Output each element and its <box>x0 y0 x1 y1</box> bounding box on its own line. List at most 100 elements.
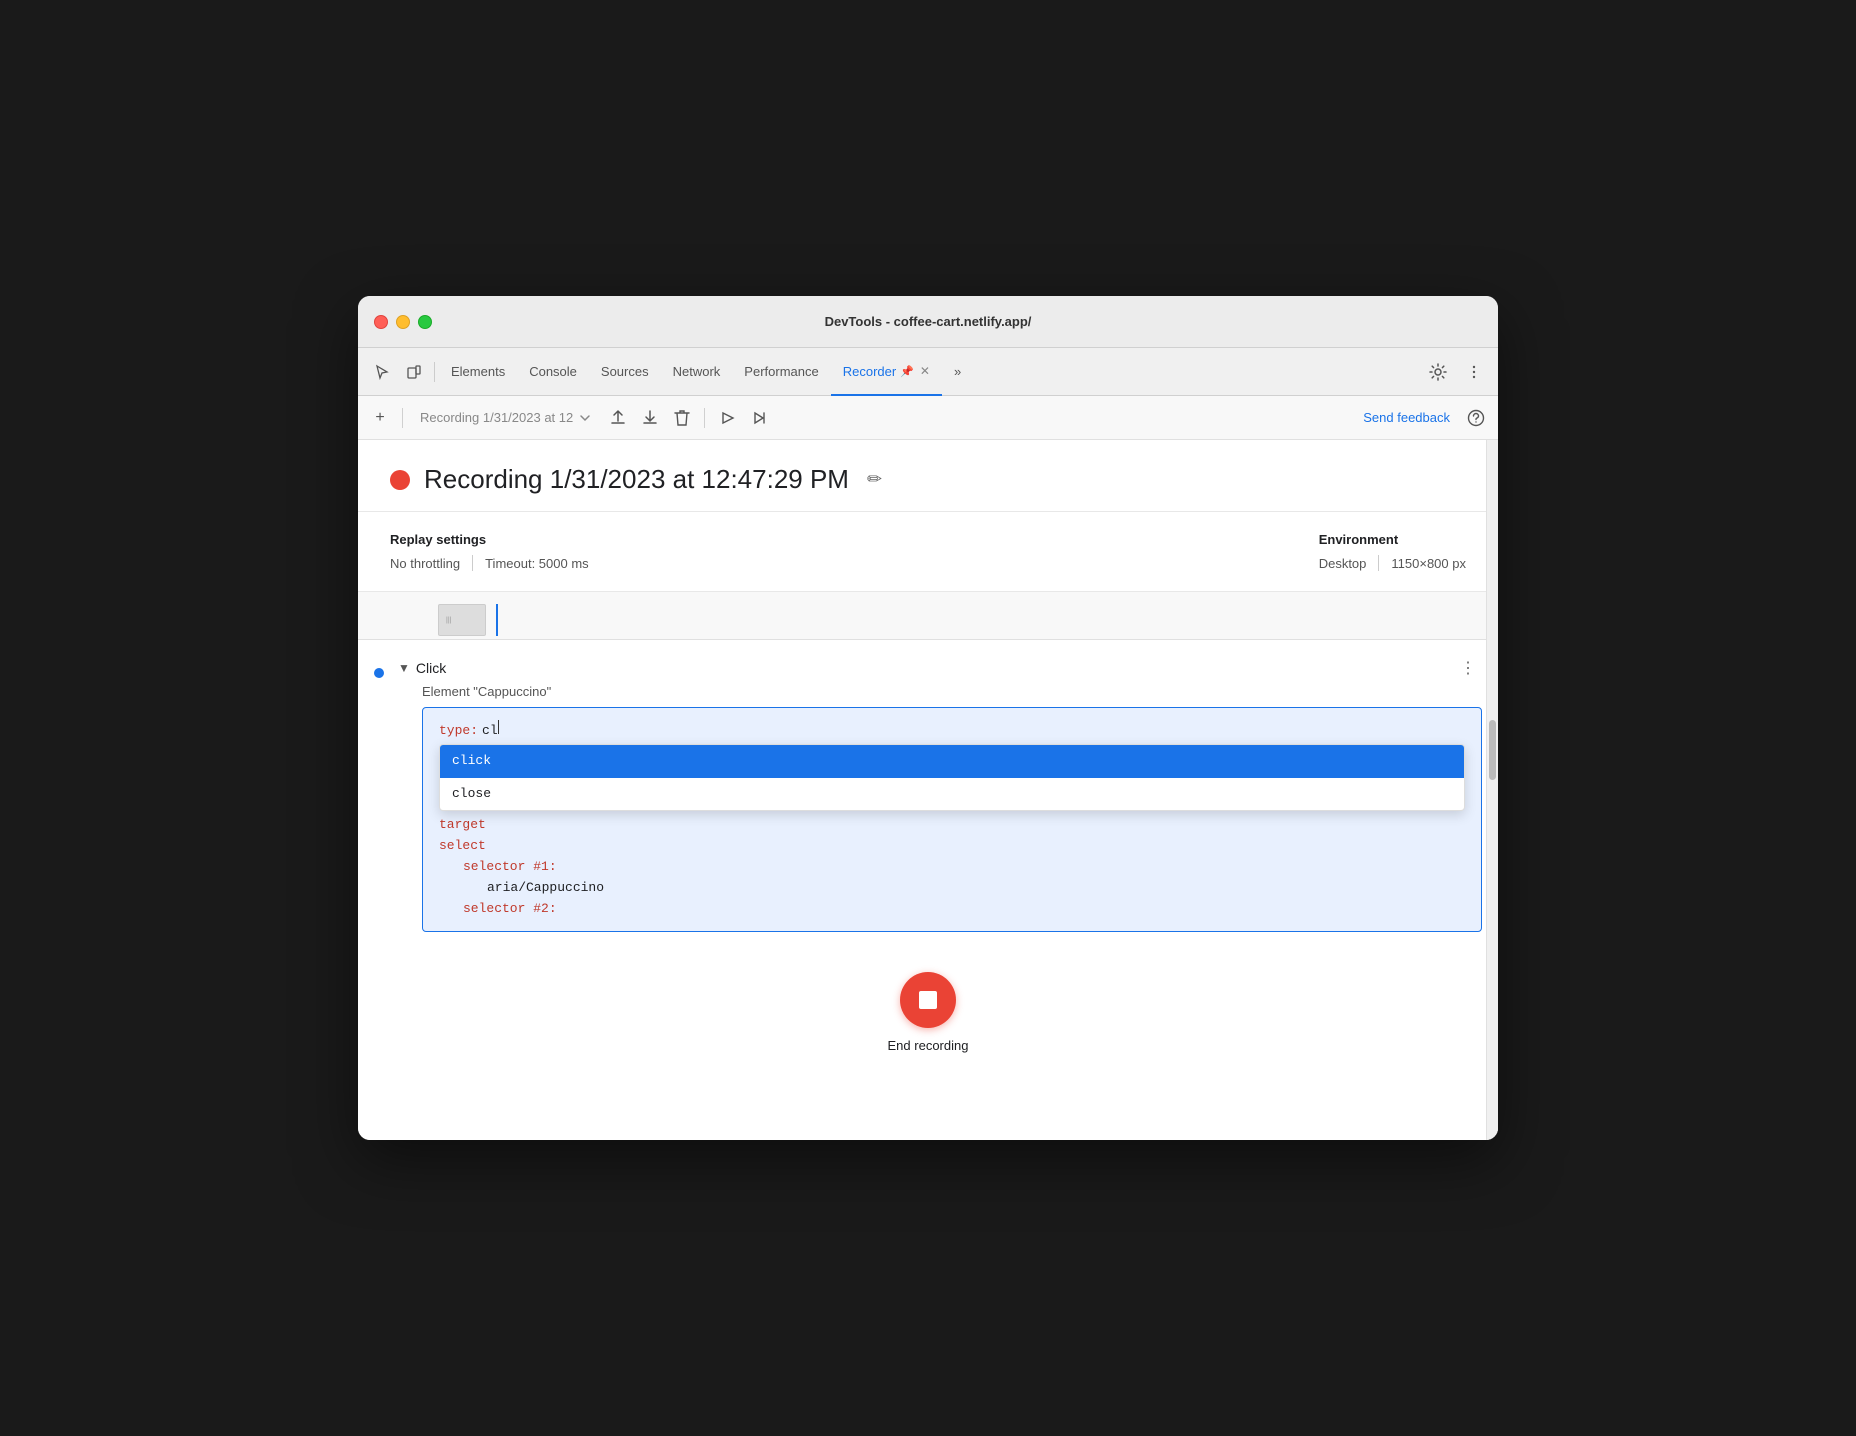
import-button[interactable] <box>636 404 664 432</box>
autocomplete-dropdown: click close <box>439 744 1465 812</box>
code-line-select: select <box>439 836 1465 857</box>
end-recording-area: End recording <box>358 948 1498 1069</box>
code-line-target: target <box>439 815 1465 836</box>
tab-sources[interactable]: Sources <box>589 348 661 396</box>
env-settings-divider <box>1378 555 1379 571</box>
traffic-lights <box>374 315 432 329</box>
code-line-selector1: selector #1: <box>439 857 1465 878</box>
end-recording-label: End recording <box>888 1038 969 1053</box>
edit-title-button[interactable]: ✏ <box>867 469 882 490</box>
env-type-value: Desktop <box>1319 556 1367 571</box>
recording-header: Recording 1/31/2023 at 12:47:29 PM ✏ <box>358 440 1498 512</box>
step-expand-button[interactable]: ▼ <box>398 661 410 675</box>
export-button[interactable] <box>604 404 632 432</box>
env-size-value: 1150×800 px <box>1391 556 1466 571</box>
timeout-value: Timeout: 5000 ms <box>485 556 589 571</box>
help-icon <box>1467 409 1485 427</box>
stop-icon <box>919 991 937 1009</box>
devtools-body: Recording 1/31/2023 at 12:47:29 PM ✏ Rep… <box>358 440 1498 1140</box>
recording-title: Recording 1/31/2023 at 12:47:29 PM <box>424 464 849 495</box>
recorder-pin-icon: 📌 <box>900 365 914 378</box>
toolbar-divider-1 <box>402 408 403 428</box>
devtools-right-icons <box>1422 356 1490 388</box>
select-key: select <box>439 836 486 857</box>
screenshot-strip: ||| <box>358 592 1498 640</box>
replay-settings-section: Replay settings No throttling Timeout: 5… <box>358 512 1498 592</box>
settings-button[interactable] <box>1422 356 1454 388</box>
tab-performance[interactable]: Performance <box>732 348 830 396</box>
type-value: cl <box>482 721 498 742</box>
step-content: ▼ Click ⋮ Element "Cappuccino" type: cl <box>398 656 1482 932</box>
selector-value: aria/Cappuccino <box>487 878 604 899</box>
selector2-key: selector #2: <box>463 899 557 920</box>
scrollbar-thumb[interactable] <box>1489 720 1496 780</box>
end-recording-button[interactable] <box>900 972 956 1028</box>
autocomplete-container: click close <box>439 744 1465 812</box>
close-button[interactable] <box>374 315 388 329</box>
timeline-indicator <box>496 604 498 636</box>
window-title: DevTools - coffee-cart.netlify.app/ <box>825 314 1032 329</box>
environment-group: Environment Desktop 1150×800 px <box>1319 532 1466 571</box>
autocomplete-item-close[interactable]: close <box>440 778 1464 811</box>
device-toggle-button[interactable] <box>398 356 430 388</box>
delete-button[interactable] <box>668 404 696 432</box>
settings-divider <box>472 555 473 571</box>
text-cursor <box>498 720 499 734</box>
minimize-button[interactable] <box>396 315 410 329</box>
export-icon <box>609 409 627 427</box>
tab-elements[interactable]: Elements <box>439 348 517 396</box>
recorder-toolbar: + Recording 1/31/2023 at 12 <box>358 396 1498 440</box>
step-icon <box>750 409 768 427</box>
code-line-selector2: selector #2: <box>439 899 1465 920</box>
send-feedback-button[interactable]: Send feedback <box>1355 406 1458 429</box>
titlebar: DevTools - coffee-cart.netlify.app/ <box>358 296 1498 348</box>
recording-indicator <box>390 470 410 490</box>
throttling-value: No throttling <box>390 556 460 571</box>
cursor-tool-button[interactable] <box>366 356 398 388</box>
toolbar-divider-2 <box>704 408 705 428</box>
step-bullet <box>374 668 384 678</box>
devtools-tabs-bar: Elements Console Sources Network Perform… <box>358 348 1498 396</box>
screenshot-thumb-1: ||| <box>438 604 486 636</box>
type-key: type: <box>439 721 478 742</box>
steps-area: ▼ Click ⋮ Element "Cappuccino" type: cl <box>358 640 1498 948</box>
svg-text:|||: ||| <box>446 617 452 624</box>
step-more-button[interactable]: ⋮ <box>1454 656 1482 680</box>
tab-close-button[interactable]: ✕ <box>920 364 930 378</box>
code-editor[interactable]: type: cl click <box>422 707 1482 932</box>
replay-button[interactable] <box>713 404 741 432</box>
code-line-selector-value: aria/Cappuccino <box>439 878 1465 899</box>
environment-label: Environment <box>1319 532 1466 547</box>
tab-network[interactable]: Network <box>661 348 733 396</box>
step-element: Element "Cappuccino" <box>422 684 1482 699</box>
selector-key: selector #1: <box>463 857 557 878</box>
tab-divider-1 <box>434 362 435 382</box>
chevron-down-icon <box>579 412 591 424</box>
help-button[interactable] <box>1462 404 1490 432</box>
tab-console[interactable]: Console <box>517 348 589 396</box>
recording-selector[interactable]: Recording 1/31/2023 at 12 <box>411 405 600 430</box>
environment-values: Desktop 1150×800 px <box>1319 555 1466 571</box>
step-header: ▼ Click ⋮ <box>398 656 1482 680</box>
tab-recorder[interactable]: Recorder 📌 ✕ <box>831 348 942 396</box>
maximize-button[interactable] <box>418 315 432 329</box>
code-line-type: type: cl <box>439 720 1465 742</box>
delete-icon <box>674 409 690 427</box>
import-icon <box>641 409 659 427</box>
target-key: target <box>439 815 486 836</box>
step-name: Click <box>416 660 446 676</box>
replay-settings-group: Replay settings No throttling Timeout: 5… <box>390 532 589 571</box>
autocomplete-item-click[interactable]: click <box>440 745 1464 778</box>
tab-more[interactable]: » <box>942 348 973 396</box>
devtools-window: DevTools - coffee-cart.netlify.app/ Elem… <box>358 296 1498 1140</box>
scrollbar-track[interactable] <box>1486 440 1498 1140</box>
more-options-button[interactable] <box>1458 356 1490 388</box>
replay-settings-label: Replay settings <box>390 532 589 547</box>
replay-icon <box>718 409 736 427</box>
step-connector <box>374 662 390 678</box>
replay-settings-values: No throttling Timeout: 5000 ms <box>390 555 589 571</box>
main-content: Recording 1/31/2023 at 12:47:29 PM ✏ Rep… <box>358 440 1498 1140</box>
step-row: ▼ Click ⋮ Element "Cappuccino" type: cl <box>374 648 1482 940</box>
add-recording-button[interactable]: + <box>366 404 394 432</box>
step-replay-button[interactable] <box>745 404 773 432</box>
